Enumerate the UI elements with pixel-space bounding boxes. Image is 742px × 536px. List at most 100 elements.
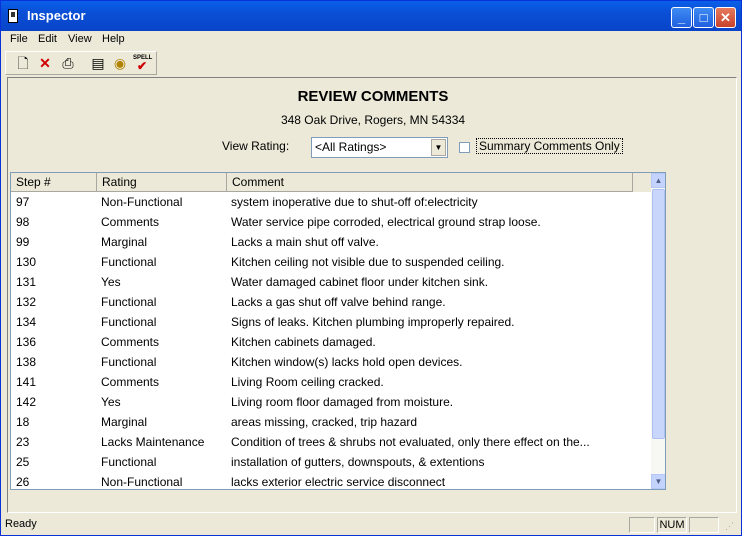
comment-cell: Kitchen ceiling not visible due to suspe… <box>231 255 505 269</box>
step-cell: 136 <box>16 335 37 349</box>
rating-cell: Non-Functional <box>101 195 183 209</box>
step-cell: 134 <box>16 315 37 329</box>
vertical-scrollbar[interactable]: ▲ ▼ <box>651 173 665 489</box>
step-cell: 138 <box>16 355 37 369</box>
rating-select-value: <All Ratings> <box>315 140 387 154</box>
step-cell: 97 <box>16 195 30 209</box>
step-cell: 99 <box>16 235 30 249</box>
rating-cell: Comments <box>101 375 160 389</box>
comments-list: Step # Rating Comment 97 Non-Functional sy… <box>10 172 666 490</box>
table-row[interactable]: 132 Functional Lacks a gas shut off valve … <box>11 292 651 312</box>
comment-cell: lacks exterior electric service disconne… <box>231 475 446 489</box>
scroll-down-icon[interactable]: ▼ <box>651 474 665 489</box>
table-row[interactable]: 98 Comments Water service pipe corroded, e… <box>11 212 651 232</box>
menu-view[interactable]: View <box>68 33 92 45</box>
status-bar: Ready NUM ⋰ <box>1 515 741 535</box>
table-row[interactable]: 23 Lacks Maintenance Condition of trees & … <box>11 432 651 452</box>
comment-cell: Lacks a gas shut off valve behind range. <box>231 295 446 309</box>
comment-cell: Water damaged cabinet floor under kitche… <box>231 275 489 289</box>
print-icon[interactable]: ⎙ <box>59 54 77 72</box>
resize-grip-icon[interactable]: ⋰ <box>725 521 734 532</box>
rating-cell: Functional <box>101 455 157 469</box>
delete-icon[interactable]: ✕ <box>36 54 54 72</box>
step-cell: 132 <box>16 295 37 309</box>
title-bar[interactable]: Inspector _ □ ✕ <box>1 1 741 31</box>
column-header-step[interactable]: Step # <box>11 173 97 192</box>
table-row[interactable]: 131 Yes Water damaged cabinet floor under … <box>11 272 651 292</box>
status-text: Ready <box>5 518 37 530</box>
table-row[interactable]: 130 Functional Kitchen ceiling not visible… <box>11 252 651 272</box>
list-rows: 97 Non-Functional system inoperative due t… <box>11 192 651 489</box>
rating-cell: Non-Functional <box>101 475 183 489</box>
step-cell: 26 <box>16 475 30 489</box>
new-document-icon[interactable]: 🗋 <box>14 54 32 72</box>
column-header-comment[interactable]: Comment <box>227 173 633 192</box>
close-button[interactable]: ✕ <box>715 7 736 28</box>
comment-cell: Lacks a main shut off valve. <box>231 235 379 249</box>
table-row[interactable]: 142 Yes Living room floor damaged from moi… <box>11 392 651 412</box>
menu-bar: File Edit View Help <box>1 31 741 49</box>
step-cell: 131 <box>16 275 37 289</box>
rating-cell: Marginal <box>101 235 148 249</box>
rating-cell: Yes <box>101 395 121 409</box>
table-row[interactable]: 141 Comments Living Room ceiling cracked. <box>11 372 651 392</box>
rating-cell: Marginal <box>101 415 148 429</box>
page-title: REVIEW COMMENTS <box>297 88 449 105</box>
maximize-button[interactable]: □ <box>693 7 714 28</box>
menu-help[interactable]: Help <box>102 33 125 45</box>
list-header: Step # Rating Comment <box>11 173 651 192</box>
app-icon <box>8 9 18 23</box>
rating-cell: Functional <box>101 255 157 269</box>
comment-cell: areas missing, cracked, trip hazard <box>231 415 418 429</box>
table-row[interactable]: 138 Functional Kitchen window(s) lacks hol… <box>11 352 651 372</box>
step-cell: 141 <box>16 375 37 389</box>
rating-cell: Lacks Maintenance <box>101 435 205 449</box>
table-row[interactable]: 26 Non-Functional lacks exterior electric … <box>11 472 651 489</box>
table-row[interactable]: 97 Non-Functional system inoperative due t… <box>11 192 651 212</box>
step-cell: 23 <box>16 435 30 449</box>
minimize-button[interactable]: _ <box>671 7 692 28</box>
step-cell: 18 <box>16 415 30 429</box>
step-cell: 98 <box>16 215 30 229</box>
menu-file[interactable]: File <box>10 33 28 45</box>
table-row[interactable]: 25 Functional installation of gutters, dow… <box>11 452 651 472</box>
comment-cell: Living room floor damaged from moisture. <box>231 395 454 409</box>
table-row[interactable]: 18 Marginal areas missing, cracked, trip h… <box>11 412 651 432</box>
step-cell: 25 <box>16 455 30 469</box>
rating-cell: Comments <box>101 215 160 229</box>
window-title: Inspector <box>27 8 86 23</box>
comment-cell: Kitchen window(s) lacks hold open device… <box>231 355 463 369</box>
rating-cell: Functional <box>101 295 157 309</box>
report-icon[interactable]: ▤ <box>89 54 107 72</box>
table-row[interactable]: 136 Comments Kitchen cabinets damaged. <box>11 332 651 352</box>
rating-cell: Yes <box>101 275 121 289</box>
column-header-rating[interactable]: Rating <box>97 173 227 192</box>
review-panel: REVIEW COMMENTS 348 Oak Drive, Rogers, M… <box>7 77 737 513</box>
property-address: 348 Oak Drive, Rogers, MN 54334 <box>280 113 466 127</box>
summary-only-label[interactable]: Summary Comments Only <box>476 138 623 154</box>
view-rating-label: View Rating: <box>222 139 290 153</box>
scroll-up-icon[interactable]: ▲ <box>651 173 665 188</box>
rating-select[interactable]: <All Ratings> ▼ <box>311 137 448 158</box>
table-row[interactable]: 99 Marginal Lacks a main shut off valve. <box>11 232 651 252</box>
comment-cell: installation of gutters, downspouts, & e… <box>231 455 485 469</box>
rating-cell: Functional <box>101 315 157 329</box>
status-panel-num: NUM <box>657 517 687 533</box>
table-row[interactable]: 134 Functional Signs of leaks. Kitchen plu… <box>11 312 651 332</box>
export-icon[interactable]: ◉ <box>111 54 129 72</box>
summary-only-checkbox[interactable] <box>459 142 470 153</box>
status-panel-scroll <box>689 517 719 533</box>
menu-edit[interactable]: Edit <box>38 33 57 45</box>
comment-cell: Signs of leaks. Kitchen plumbing imprope… <box>231 315 515 329</box>
scroll-thumb[interactable] <box>652 189 665 439</box>
comment-cell: system inoperative due to shut-off of:el… <box>231 195 478 209</box>
comment-cell: Living Room ceiling cracked. <box>231 375 384 389</box>
toolbar: 🗋 ✕ ⎙ ▤ ◉ SPELL ✔ <box>5 51 157 75</box>
chevron-down-icon[interactable]: ▼ <box>431 139 446 156</box>
comment-cell: Condition of trees & shrubs not evaluate… <box>231 435 590 449</box>
rating-cell: Functional <box>101 355 157 369</box>
step-cell: 142 <box>16 395 37 409</box>
inspector-window: Inspector _ □ ✕ File Edit View Help 🗋 ✕ … <box>0 0 742 536</box>
spell-check-icon[interactable]: SPELL ✔ <box>133 54 152 72</box>
rating-cell: Comments <box>101 335 160 349</box>
